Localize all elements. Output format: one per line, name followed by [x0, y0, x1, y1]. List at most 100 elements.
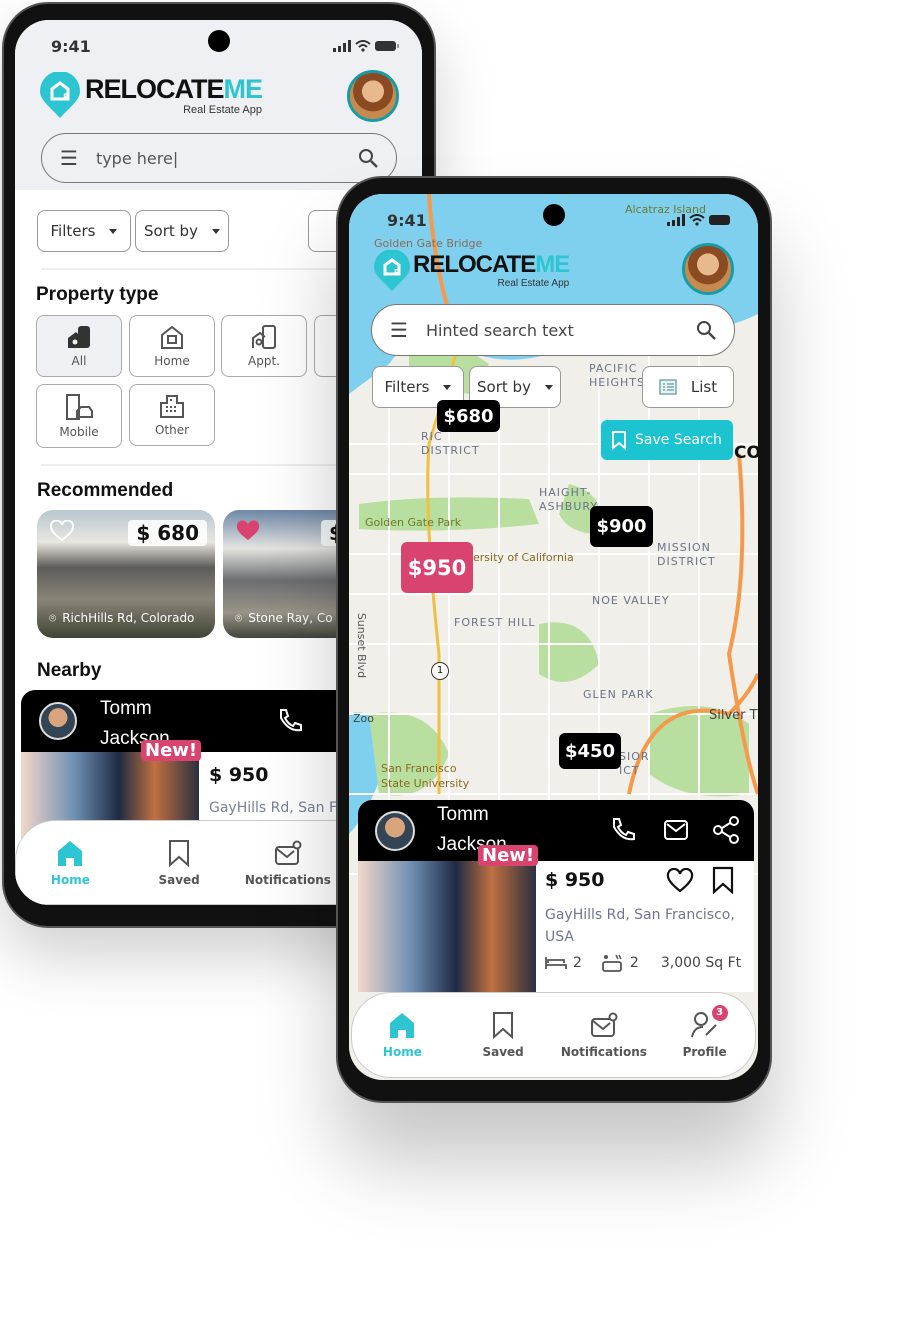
search-bar[interactable]: ☰ type here|: [41, 133, 397, 183]
map-label: San Francisco: [381, 762, 457, 775]
heart-filled-icon[interactable]: [235, 520, 261, 542]
user-avatar[interactable]: [682, 243, 734, 295]
brand-name-accent: ME: [535, 251, 570, 278]
card-location: RichHills Rd, Colorado: [62, 611, 195, 625]
search-input[interactable]: type here|: [96, 149, 340, 168]
logo-pin-icon: R: [40, 72, 80, 118]
mobile-home-icon: [66, 394, 93, 420]
recommended-card[interactable]: $ 680 ⌾ RichHills Rd, Colorado: [37, 510, 215, 638]
search-bar[interactable]: ☰ Hinted search text: [371, 304, 735, 356]
map-label: ICT: [619, 764, 640, 777]
nearby-address: GayHills Rd, San Fr: [209, 800, 342, 816]
price-marker-selected[interactable]: $950: [401, 542, 473, 593]
heart-outline-icon[interactable]: [49, 520, 75, 542]
bookmark-icon[interactable]: [711, 866, 735, 894]
sort-dropdown[interactable]: Sort by: [135, 210, 229, 252]
nav-profile[interactable]: 3 Profile: [660, 1005, 750, 1059]
camera-notch: [543, 204, 565, 226]
tile-label: Other: [154, 423, 190, 437]
mail-notification-icon: [590, 1012, 618, 1037]
nav-label: Notifications: [560, 1045, 647, 1059]
map-label: SIOR: [619, 750, 650, 763]
property-type-mobile[interactable]: Mobile: [36, 384, 122, 448]
list-label: List: [690, 378, 718, 396]
wifi-icon: [355, 40, 371, 52]
search-icon[interactable]: [696, 320, 716, 340]
buildings-icon: [68, 326, 90, 348]
share-icon[interactable]: [712, 815, 742, 845]
bookmark-icon: [169, 839, 190, 867]
brand-name: RELOCATE: [413, 251, 536, 278]
menu-icon[interactable]: ☰: [390, 318, 408, 342]
camera-notch: [208, 30, 230, 52]
svg-text:R: R: [394, 268, 400, 277]
bath-icon: [602, 954, 622, 972]
menu-icon[interactable]: ☰: [60, 146, 78, 170]
search-icon[interactable]: [358, 148, 378, 168]
tile-label: All: [71, 354, 87, 368]
nav-notifications[interactable]: Notifications: [243, 839, 333, 887]
agent-bar: [358, 800, 754, 861]
bookmark-icon: [612, 431, 626, 450]
agent-avatar: [39, 702, 77, 740]
map-label: RIC: [421, 430, 443, 443]
logo-pin-icon: R: [374, 250, 410, 291]
price-marker[interactable]: $900: [590, 506, 653, 547]
wifi-icon: [689, 214, 705, 226]
nav-home[interactable]: Home: [25, 839, 115, 887]
property-card[interactable]: Tomm Jackson New! $ 950 GayHills Rd, San …: [358, 800, 754, 992]
nav-label: Saved: [482, 1045, 524, 1059]
user-avatar[interactable]: [347, 70, 399, 122]
tile-label: Home: [154, 354, 190, 368]
card-address: GayHills Rd, San Francisco, USA: [545, 907, 735, 945]
mail-icon[interactable]: [661, 815, 691, 845]
price-marker[interactable]: $450: [559, 733, 621, 769]
filters-label: Filters: [384, 378, 430, 396]
save-search-label: Save Search: [635, 432, 722, 448]
list-icon: [659, 379, 677, 395]
caret-down-icon: [443, 384, 452, 390]
nav-home[interactable]: Home: [357, 1011, 447, 1059]
agent-first-name: Tomm: [437, 804, 489, 825]
nav-label: Home: [50, 872, 90, 887]
search-input[interactable]: Hinted search text: [426, 321, 678, 340]
map-label: NOE VALLEY: [592, 594, 670, 607]
filters-dropdown[interactable]: Filters: [37, 210, 131, 252]
property-type-apartment[interactable]: Appt.: [221, 315, 307, 377]
nav-saved[interactable]: Saved: [458, 1011, 548, 1059]
phone-call-icon[interactable]: [608, 815, 638, 845]
map-label: CO: [734, 443, 758, 463]
save-search-button[interactable]: Save Search: [601, 420, 733, 460]
status-time: 9:41: [51, 37, 91, 56]
status-time: 9:41: [387, 211, 427, 230]
list-view-button[interactable]: List: [642, 366, 734, 408]
brand-tagline: Real Estate App: [183, 104, 262, 116]
new-badge: New!: [141, 740, 202, 761]
map-label: Golden Gate Park: [365, 516, 462, 529]
map-label: ersity of California: [473, 551, 574, 564]
battery-icon: [709, 215, 730, 225]
map-label: HAIGHT-: [539, 486, 592, 499]
status-icons: [667, 214, 733, 226]
property-type-other[interactable]: Other: [129, 384, 215, 446]
heart-outline-icon[interactable]: [666, 868, 694, 894]
nav-saved[interactable]: Saved: [134, 839, 224, 887]
price-marker[interactable]: $680: [437, 400, 500, 432]
nav-notifications[interactable]: Notifications: [559, 1011, 649, 1059]
map-label: Sunset Blvd: [355, 612, 369, 679]
nearby-title: Nearby: [37, 660, 102, 681]
phone-call-icon[interactable]: [275, 706, 305, 736]
property-type-home[interactable]: Home: [129, 315, 215, 377]
nearby-price: $ 950: [209, 764, 269, 786]
agent-first-name: Tomm: [100, 698, 152, 719]
home-filled-icon: [58, 840, 83, 866]
profile-badge: 3: [711, 1005, 728, 1021]
beds-count: 2: [573, 955, 582, 971]
property-type-all[interactable]: All: [36, 315, 122, 377]
map-label: PACIFIC: [589, 362, 638, 375]
card-location: Stone Ray, Co: [248, 611, 333, 625]
property-type-title: Property type: [36, 284, 159, 305]
location-pin-icon: ⌾: [49, 611, 57, 625]
map-label: FOREST HILL: [454, 616, 536, 629]
map-label: HEIGHTS: [589, 376, 645, 389]
